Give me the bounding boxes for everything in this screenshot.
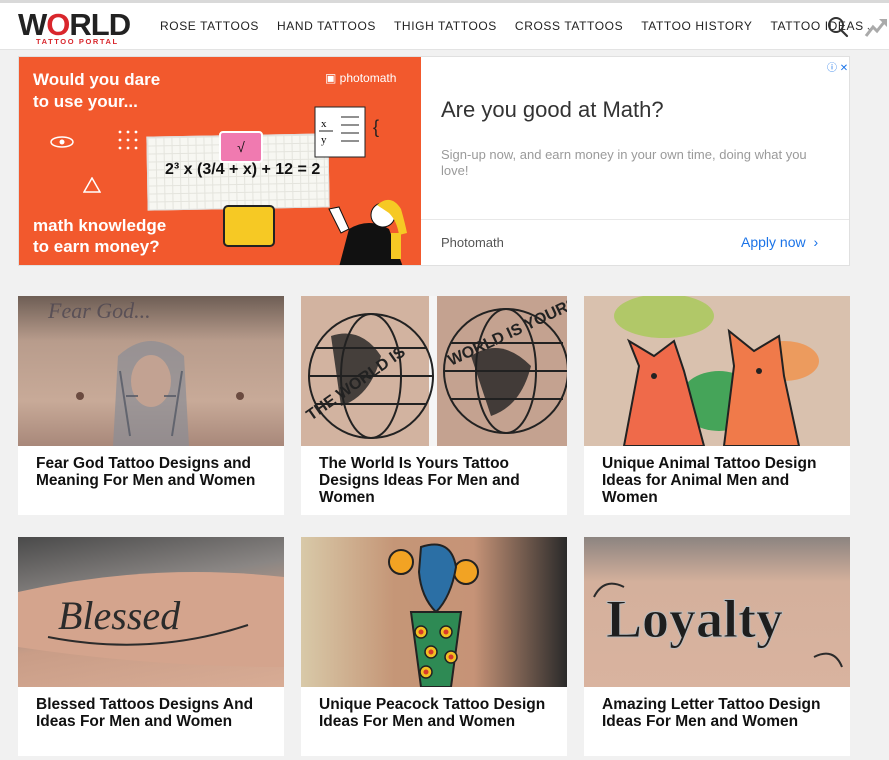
nav-tattoo-ideas-label: TATTOO IDEAS — [770, 19, 864, 33]
article-title[interactable]: The World Is Yours Tattoo Designs Ideas … — [319, 455, 555, 506]
article-card-world-is-yours[interactable]: THE WORLD IS WORLD IS YOURS The World Is… — [301, 296, 567, 515]
article-title[interactable]: Blessed Tattoos Designs And Ideas For Me… — [36, 696, 272, 730]
chevron-right-icon: › — [813, 234, 819, 250]
ad-image-footer: math knowledge to earn money? — [33, 216, 167, 256]
nav-cross-tattoos[interactable]: CROSS TATTOOS — [515, 19, 623, 33]
ad-divider — [421, 219, 849, 220]
ad-apply-label: Apply now — [741, 234, 806, 250]
globe-tattoo-image: THE WORLD IS WORLD IS YOURS — [301, 296, 567, 446]
article-card-animal-tattoo[interactable]: Unique Animal Tattoo Design Ideas for An… — [584, 296, 850, 515]
ad-image-headline: Would you dare to use your... — [33, 70, 161, 111]
search-icon[interactable] — [827, 16, 849, 38]
nav-tattoo-ideas[interactable]: TATTOO IDEAS ⌄ — [771, 19, 874, 33]
triangle-doodle-icon — [83, 177, 101, 193]
trending-icon[interactable] — [864, 16, 888, 38]
ad-headline[interactable]: Are you good at Math? — [441, 97, 664, 123]
ad-advertiser: Photomath — [441, 235, 504, 250]
close-icon[interactable]: ✕ — [840, 63, 848, 74]
nav-thigh-tattoos[interactable]: THIGH TATTOOS — [394, 19, 497, 33]
eye-doodle-icon — [50, 136, 74, 148]
article-thumbnail[interactable] — [584, 296, 850, 446]
article-thumbnail[interactable]: Loyalty — [584, 537, 850, 687]
article-title[interactable]: Unique Animal Tattoo Design Ideas for An… — [602, 455, 838, 506]
main-nav: ROSE TATTOOS HAND TATTOOS THIGH TATTOOS … — [160, 3, 889, 49]
notepad-doodle-icon: x y { — [314, 106, 379, 158]
ad-pink-key: √ — [219, 131, 263, 163]
person-illustration-icon — [328, 199, 407, 265]
site-logo[interactable]: WORLD TATTOO PORTAL — [18, 8, 150, 47]
site-header: WORLD TATTOO PORTAL ROSE TATTOOS HAND TA… — [0, 3, 889, 50]
advertisement[interactable]: Would you dare to use your... ▣ photomath… — [18, 56, 850, 266]
dots-doodle-icon — [118, 130, 138, 150]
article-card-letter-tattoo[interactable]: Loyalty Amazing Letter Tattoo Design Ide… — [584, 537, 850, 756]
article-title[interactable]: Unique Peacock Tattoo Design Ideas For M… — [319, 696, 555, 730]
ad-equation: 2³ x (3/4 + x) + 12 = 2 — [165, 161, 321, 178]
ad-image-brand: ▣ photomath — [325, 71, 397, 85]
ad-yellow-key — [223, 205, 275, 247]
info-icon[interactable]: ⓘ — [827, 63, 837, 74]
article-card-fear-god[interactable]: Fear God... Fear God Tattoo Designs and … — [18, 296, 284, 515]
logo-subtitle: TATTOO PORTAL — [36, 37, 119, 46]
svg-text:x: x — [321, 118, 327, 130]
nav-tattoo-history[interactable]: TATTOO HISTORY — [641, 19, 752, 33]
ad-apply-button[interactable]: Apply now › — [741, 234, 818, 250]
article-card-blessed[interactable]: Blessed Blessed Tattoos Designs And Idea… — [18, 537, 284, 756]
ad-image[interactable]: Would you dare to use your... ▣ photomath… — [19, 57, 421, 265]
nav-rose-tattoos[interactable]: ROSE TATTOOS — [160, 19, 259, 33]
article-title[interactable]: Amazing Letter Tattoo Design Ideas For M… — [602, 696, 838, 730]
article-title[interactable]: Fear God Tattoo Designs and Meaning For … — [36, 455, 272, 489]
blessed-tattoo-image: Blessed — [18, 572, 284, 667]
ad-choices[interactable]: ⓘ ✕ — [827, 59, 848, 74]
svg-text:{: { — [373, 117, 379, 137]
ad-text-panel[interactable]: Are you good at Math? Sign-up now, and e… — [421, 57, 849, 265]
peacock-tattoo-image — [388, 543, 479, 687]
article-card-peacock[interactable]: Unique Peacock Tattoo Design Ideas For M… — [301, 537, 567, 756]
loyalty-tattoo-image: Loyalty — [593, 582, 843, 668]
ad-description: Sign-up now, and earn money in your own … — [441, 147, 807, 178]
nav-hand-tattoos[interactable]: HAND TATTOOS — [277, 19, 376, 33]
svg-text:Loyalty: Loyalty — [606, 589, 783, 649]
svg-text:y: y — [321, 134, 327, 146]
article-thumbnail[interactable] — [301, 537, 567, 687]
article-thumbnail[interactable]: THE WORLD IS WORLD IS YOURS — [301, 296, 567, 446]
svg-text:Fear God...: Fear God... — [47, 298, 151, 323]
svg-text:Blessed: Blessed — [58, 593, 181, 638]
pharaoh-tattoo-image: Fear God... — [47, 298, 244, 446]
ad-brand-label: photomath — [339, 71, 397, 85]
article-thumbnail[interactable]: Blessed — [18, 537, 284, 687]
fox-tattoo-image — [614, 296, 819, 446]
article-thumbnail[interactable]: Fear God... — [18, 296, 284, 446]
